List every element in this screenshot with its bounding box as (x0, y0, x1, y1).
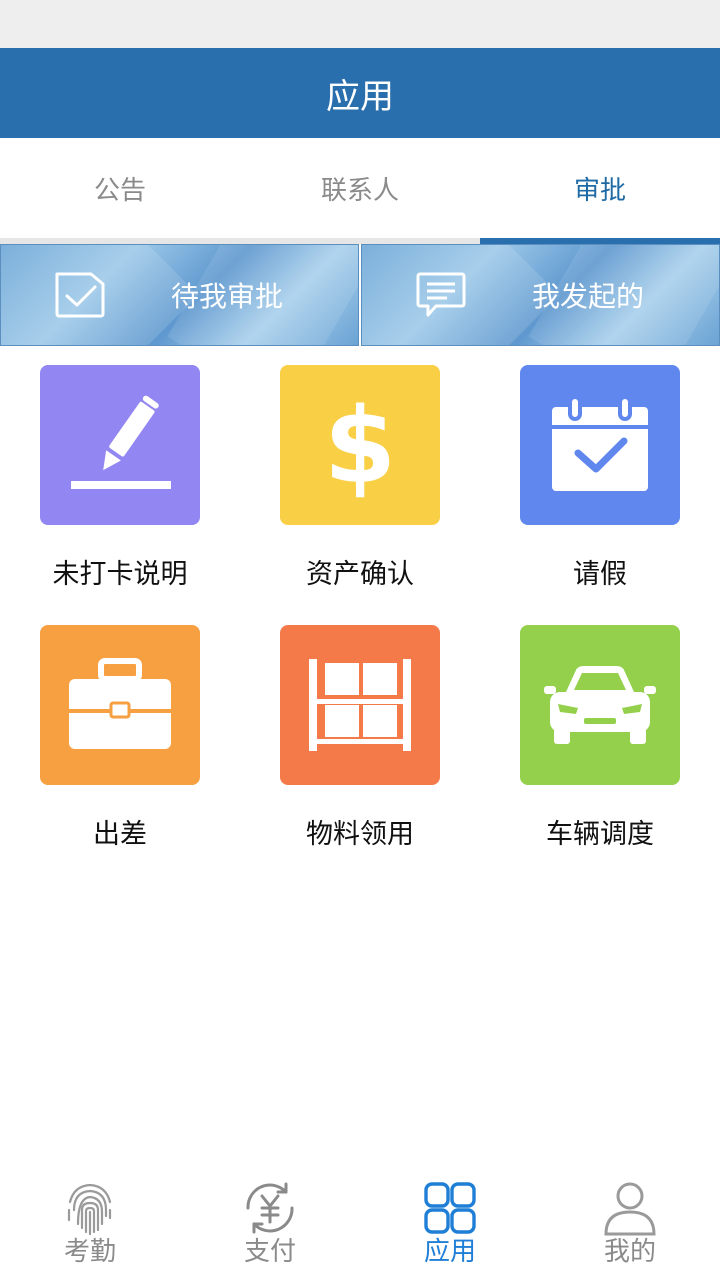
nav-label: 应用 (423, 1237, 476, 1267)
tab-bar: 公告 联系人 审批 (0, 138, 720, 238)
app-label: 物料领用 (306, 819, 414, 850)
nav-payment[interactable]: 支付 (180, 1170, 360, 1280)
app-label: 资产确认 (306, 559, 414, 590)
app-label: 请假 (573, 559, 627, 590)
app-vehicle-dispatch[interactable]: 车辆调度 (480, 625, 720, 851)
tab-label: 审批 (573, 175, 626, 206)
calendar-check-icon (552, 395, 648, 491)
tab-contacts[interactable]: 联系人 (240, 138, 480, 238)
tab-label: 公告 (93, 175, 146, 206)
shelf-icon (309, 659, 411, 751)
app-label: 出差 (93, 819, 147, 850)
tab-announcements[interactable]: 公告 (0, 138, 240, 238)
initiated-by-me-button[interactable]: 我发起的 (361, 244, 720, 346)
app-tile[interactable] (520, 365, 680, 525)
bottom-navigation: 考勤 支付 应用 我的 (0, 1170, 720, 1280)
nav-label: 支付 (243, 1237, 296, 1267)
page-header: 应用 (0, 48, 720, 138)
app-tile[interactable] (520, 625, 680, 785)
nav-label: 我的 (603, 1237, 656, 1267)
app-tile[interactable] (40, 625, 200, 785)
user-icon (604, 1182, 656, 1236)
svg-text:$: $ (324, 390, 396, 500)
yen-exchange-icon (246, 1182, 294, 1234)
fingerprint-icon (67, 1183, 112, 1236)
app-tile[interactable] (280, 625, 440, 785)
app-asset-confirm[interactable]: $ 资产确认 (240, 365, 480, 591)
pencil-icon (71, 395, 171, 489)
approval-banners: 待我审批 我发起的 (0, 244, 720, 346)
check-box-icon (55, 272, 105, 318)
pending-approval-button[interactable]: 待我审批 (0, 244, 359, 346)
status-bar (0, 0, 720, 48)
nav-me[interactable]: 我的 (540, 1170, 720, 1280)
app-material-requisition[interactable]: 物料领用 (240, 625, 480, 851)
nav-label: 考勤 (63, 1237, 116, 1267)
app-grid: 未打卡说明 $ 资产确认 请假 出差 物料领用 车辆调度 (0, 365, 720, 851)
app-tile[interactable] (40, 365, 200, 525)
briefcase-icon (69, 658, 171, 749)
dollar-icon: $ (324, 390, 396, 500)
pending-approval-label: 待我审批 (171, 280, 284, 313)
page-title: 应用 (326, 76, 394, 117)
tab-approval[interactable]: 审批 (480, 138, 720, 238)
chat-bubble-icon (416, 272, 466, 317)
app-label: 车辆调度 (546, 819, 654, 850)
app-business-trip[interactable]: 出差 (0, 625, 240, 851)
tab-label: 联系人 (320, 175, 399, 206)
app-label: 未打卡说明 (52, 559, 188, 590)
nav-attendance[interactable]: 考勤 (0, 1170, 180, 1280)
car-icon (544, 666, 656, 744)
app-tile[interactable]: $ (280, 365, 440, 525)
app-leave[interactable]: 请假 (480, 365, 720, 591)
app-missed-clock-in[interactable]: 未打卡说明 (0, 365, 240, 591)
initiated-by-me-label: 我发起的 (532, 280, 645, 313)
nav-apps[interactable]: 应用 (360, 1170, 540, 1280)
apps-grid-icon (424, 1182, 476, 1234)
